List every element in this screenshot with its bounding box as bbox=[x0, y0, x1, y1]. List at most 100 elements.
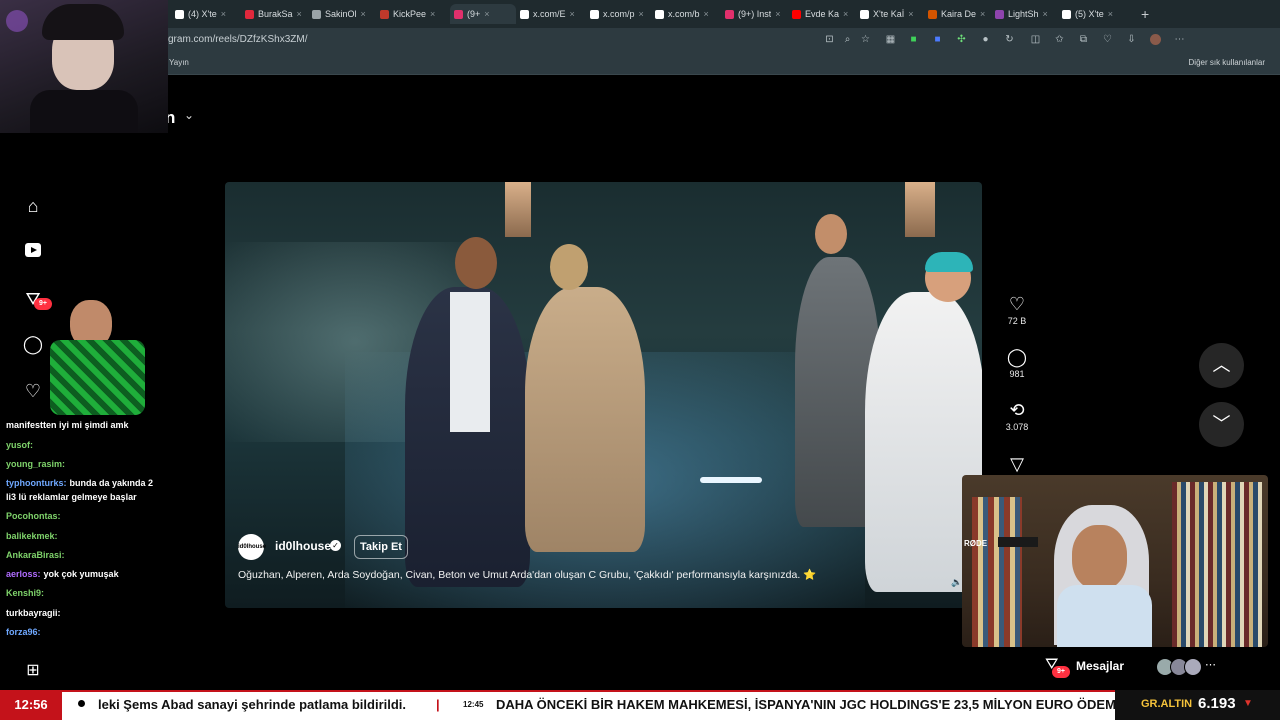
mic-brand-label: RØDE bbox=[964, 539, 988, 548]
tab-close-icon[interactable]: × bbox=[704, 9, 709, 19]
tab-label: Evde Ka bbox=[805, 9, 840, 19]
collections-icon[interactable]: ⧉ bbox=[1078, 34, 1089, 45]
chevron-down-icon[interactable]: ⌄ bbox=[184, 108, 194, 122]
refresh-extension-icon[interactable]: ↻ bbox=[1004, 34, 1015, 45]
more-dots-icon[interactable]: ⋯ bbox=[1205, 658, 1216, 671]
comment-icon[interactable]: ◯ bbox=[1003, 347, 1031, 367]
ticker-headline: leki Şems Abad sanayi şehrinde patlama b… bbox=[98, 697, 407, 712]
tab-label: Kaira De bbox=[941, 9, 977, 19]
trend-down-icon: ▼ bbox=[1243, 698, 1253, 709]
favorites-icon[interactable]: ✩ bbox=[1054, 34, 1065, 45]
share-action[interactable]: ▽ bbox=[1003, 454, 1031, 474]
browser-tab[interactable]: x.com/p × bbox=[590, 4, 654, 24]
tab-close-icon[interactable]: × bbox=[484, 9, 489, 19]
reels-icon[interactable] bbox=[22, 241, 44, 263]
chat-username[interactable]: Kenshi9: bbox=[6, 588, 44, 598]
browser-tab[interactable]: (9+) Inst × bbox=[725, 4, 789, 24]
heart-pulse-icon[interactable]: ♡ bbox=[1102, 34, 1113, 45]
tab-close-icon[interactable]: × bbox=[221, 9, 226, 19]
downloads-icon[interactable]: ⇩ bbox=[1126, 34, 1137, 45]
browser-tab[interactable]: (5) X'te × bbox=[1062, 4, 1126, 24]
browser-tab[interactable]: (9+ × bbox=[450, 4, 516, 24]
split-view-icon[interactable]: ◫ bbox=[1030, 34, 1041, 45]
chat-username[interactable]: young_rasim: bbox=[6, 459, 65, 469]
comment-action[interactable]: ◯ 981 bbox=[1003, 347, 1031, 379]
tab-label: SakinOl bbox=[325, 9, 357, 19]
mute-icon[interactable]: 🔈 bbox=[951, 577, 962, 588]
repost-icon[interactable]: ⟲ bbox=[1003, 400, 1031, 420]
browser-tab[interactable]: BurakSa × bbox=[245, 4, 309, 24]
gold-price-value: 6.193 bbox=[1198, 695, 1236, 712]
follow-button[interactable]: Takip Et bbox=[354, 535, 408, 559]
browser-tab[interactable]: Kaira De × bbox=[928, 4, 992, 24]
chat-message: turkbayragii: bbox=[6, 608, 61, 618]
bookmark-star-icon[interactable]: ☆ bbox=[860, 34, 871, 45]
browser-tab[interactable]: X'te Kaİ × bbox=[860, 4, 924, 24]
like-action[interactable]: ♡ 72 B bbox=[1003, 294, 1031, 326]
install-icon[interactable]: ⊡ bbox=[824, 34, 835, 45]
heart-icon[interactable]: ♡ bbox=[1003, 294, 1031, 314]
previous-reel-button[interactable]: ︿ bbox=[1199, 343, 1244, 388]
chat-username[interactable]: yusof: bbox=[6, 440, 33, 450]
browser-tab[interactable]: SakinOl × bbox=[312, 4, 376, 24]
new-tab-button[interactable]: + bbox=[1141, 6, 1149, 22]
chat-username[interactable]: AnkaraBirasi: bbox=[6, 550, 65, 560]
tab-close-icon[interactable]: × bbox=[430, 9, 435, 19]
tab-close-icon[interactable]: × bbox=[1043, 9, 1048, 19]
tab-favicon-icon bbox=[175, 9, 184, 19]
tab-label: X'te Kaİ bbox=[873, 9, 905, 19]
chat-message: yusof: bbox=[6, 440, 33, 450]
tab-close-icon[interactable]: × bbox=[908, 9, 913, 19]
home-icon[interactable]: ⌂ bbox=[22, 195, 44, 217]
extension-green-icon[interactable]: ■ bbox=[908, 34, 919, 45]
zoom-icon[interactable]: ⌕ bbox=[842, 34, 853, 45]
comment-count: 981 bbox=[1009, 369, 1025, 379]
chat-message: balikekmek: bbox=[6, 531, 58, 541]
tab-close-icon[interactable]: × bbox=[1108, 9, 1113, 19]
extension-grid-icon[interactable]: ✣ bbox=[956, 34, 967, 45]
send-icon[interactable]: ▽ bbox=[1003, 454, 1031, 474]
chat-username[interactable]: manifestten iyi mi şimdi amk bbox=[6, 420, 129, 430]
tab-close-icon[interactable]: × bbox=[570, 9, 575, 19]
tab-close-icon[interactable]: × bbox=[361, 9, 366, 19]
tab-close-icon[interactable]: × bbox=[843, 9, 848, 19]
guest-webcam: RØDE bbox=[962, 475, 1268, 647]
profile-avatar[interactable] bbox=[1150, 34, 1161, 45]
tab-close-icon[interactable]: × bbox=[980, 9, 985, 19]
other-bookmarks-folder[interactable]: Diğer sık kullanılanlar bbox=[1189, 58, 1265, 67]
tab-label: (9+) Inst bbox=[738, 9, 772, 19]
next-reel-button[interactable]: ﹀ bbox=[1199, 402, 1244, 447]
more-apps-icon[interactable]: ⊞ bbox=[22, 660, 44, 682]
tab-close-icon[interactable]: × bbox=[775, 9, 780, 19]
browser-tab[interactable]: KickPee × bbox=[380, 4, 444, 24]
address-bar-row: gram.com/reels/DZfzKShx3ZM/ ⊡ ⌕ ☆ ▦ ■ ■ … bbox=[0, 28, 1280, 52]
menu-dots-icon[interactable]: ⋯ bbox=[1174, 34, 1185, 45]
chat-username[interactable]: aerloss: bbox=[6, 569, 41, 579]
messages-label[interactable]: Mesajlar bbox=[1076, 659, 1124, 673]
chat-username[interactable]: balikekmek: bbox=[6, 531, 58, 541]
message-avatar[interactable] bbox=[1184, 658, 1202, 676]
tab-label: KickPee bbox=[393, 9, 427, 19]
browser-tab[interactable]: LightSh × bbox=[995, 4, 1059, 24]
extension-blue-icon[interactable]: ■ bbox=[932, 34, 943, 45]
chat-username[interactable]: Pocohontas: bbox=[6, 511, 61, 521]
tab-close-icon[interactable]: × bbox=[297, 9, 302, 19]
url-field[interactable]: gram.com/reels/DZfzKShx3ZM/ bbox=[168, 34, 307, 45]
extension-circle-icon[interactable]: ● bbox=[980, 34, 991, 45]
extension-icon[interactable]: ▦ bbox=[885, 34, 896, 45]
repost-action[interactable]: ⟲ 3.078 bbox=[1003, 400, 1031, 432]
chat-text: bunda da yakında 2 bbox=[69, 478, 154, 488]
chat-username[interactable]: turkbayragii: bbox=[6, 608, 61, 618]
browser-tab[interactable]: (4) X'te × bbox=[175, 4, 239, 24]
chat-username[interactable]: forza96: bbox=[6, 627, 41, 637]
bookmark-item[interactable]: Yayın bbox=[169, 58, 189, 67]
chat-username[interactable]: typhoonturks: bbox=[6, 478, 67, 488]
author-username[interactable]: id0lhouse bbox=[275, 539, 331, 553]
browser-tab[interactable]: x.com/E × bbox=[520, 4, 584, 24]
tab-label: (4) X'te bbox=[188, 9, 217, 19]
author-avatar[interactable]: id0lhouse bbox=[238, 534, 266, 560]
bookmarks-bar: Yayın Diğer sık kullanılanlar bbox=[0, 52, 1280, 75]
browser-tab[interactable]: Evde Ka × bbox=[792, 4, 856, 24]
browser-tab[interactable]: x.com/b × bbox=[655, 4, 719, 24]
tab-close-icon[interactable]: × bbox=[639, 9, 644, 19]
